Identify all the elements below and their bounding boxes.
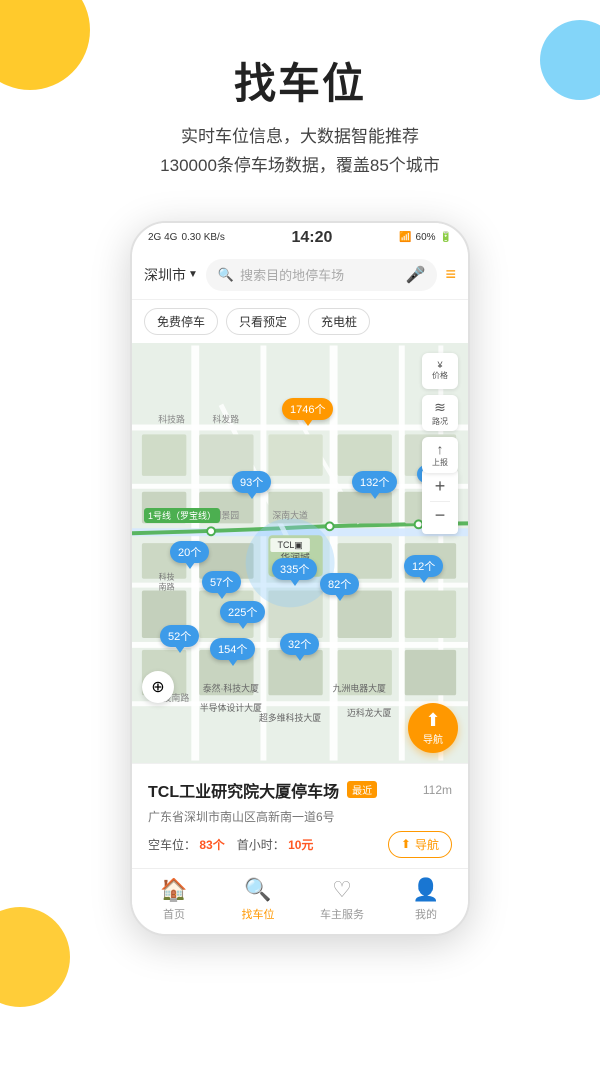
- svg-text:深南大道: 深南大道: [272, 509, 308, 520]
- nav-find-parking[interactable]: 🔍 找车位: [228, 877, 288, 922]
- price-stat: 首小时： 10元: [237, 836, 314, 853]
- search-placeholder: 搜索目的地停车场: [240, 265, 344, 284]
- nav-float-label: 导航: [423, 731, 443, 746]
- parking-card-header: TCL工业研究院大厦停车场 最近 112m: [148, 778, 452, 802]
- nav-float-icon: ⬆: [425, 710, 440, 731]
- home-icon: 🏠: [160, 877, 187, 903]
- subtitle: 实时车位信息，大数据智能推荐 130000条停车场数据，覆盖85个城市: [30, 123, 570, 181]
- battery-icon: 🔋: [440, 232, 452, 243]
- parking-name: TCL工业研究院大厦停车场: [148, 778, 339, 802]
- report-icon[interactable]: ↑ 上报: [422, 437, 458, 473]
- zoom-control: + −: [422, 469, 458, 534]
- svg-text:泰然·科技大厦: 泰然·科技大厦: [203, 682, 259, 693]
- svg-text:科发路: 科发路: [213, 413, 240, 424]
- nearest-badge: 最近: [347, 781, 377, 798]
- user-icon: 👤: [412, 877, 439, 903]
- map-pin-52[interactable]: 52个: [160, 625, 199, 647]
- nav-home-label: 首页: [163, 906, 185, 922]
- nav-btn-label: 导航: [415, 836, 439, 853]
- search-icon: 🔍: [218, 267, 234, 283]
- nav-float-button[interactable]: ⬆ 导航: [408, 703, 458, 753]
- nav-profile-label: 我的: [415, 906, 437, 922]
- map-area[interactable]: 华润城 TCL▣ 科技路 科发路 科技南路 深南大道 大冲新城花园 朗景园 科技…: [132, 343, 468, 763]
- mic-icon[interactable]: 🎤: [406, 265, 426, 285]
- city-selector[interactable]: 深圳市 ▼: [144, 265, 198, 285]
- nav-car-service[interactable]: ♡ 车主服务: [312, 877, 372, 922]
- search-bar: 深圳市 ▼ 🔍 搜索目的地停车场 🎤 ≡: [132, 251, 468, 300]
- status-right: 📶 60% 🔋: [399, 232, 452, 243]
- location-icon: ⊕: [151, 677, 164, 697]
- filter-bar: 免费停车 只看预定 充电桩: [132, 300, 468, 343]
- spaces-stat: 空车位： 83个: [148, 836, 225, 853]
- parking-info-row: 空车位： 83个 首小时： 10元 ⬆ 导航: [148, 831, 452, 858]
- map-pin-57[interactable]: 57个: [202, 571, 241, 593]
- svg-text:超多维科技大厦: 超多维科技大厦: [259, 712, 321, 723]
- status-bar: 2G 4G 0.30 KB/s 14:20 📶 60% 🔋: [132, 223, 468, 251]
- status-time: 14:20: [291, 229, 332, 247]
- subway-line-label: 1号线（罗宝线）: [144, 508, 220, 523]
- zoom-out-button[interactable]: −: [426, 502, 454, 530]
- map-pin-82[interactable]: 82个: [320, 573, 359, 595]
- map-pin-93[interactable]: 93个: [232, 471, 271, 493]
- filter-tag-reserve[interactable]: 只看预定: [226, 308, 300, 335]
- page-title: 找车位: [30, 50, 570, 111]
- svg-text:九洲电器大厦: 九洲电器大厦: [333, 682, 386, 693]
- map-pin-1746[interactable]: 1746个: [282, 398, 333, 420]
- map-pin-20[interactable]: 20个: [170, 541, 209, 563]
- svg-text:科技: 科技: [159, 571, 175, 581]
- filter-tag-charge[interactable]: 充电桩: [308, 308, 370, 335]
- distance-text: 112m: [423, 783, 452, 797]
- kb-text: 0.30 KB/s: [181, 232, 224, 243]
- signal-text: 2G 4G: [148, 232, 177, 243]
- battery-text: 60%: [416, 232, 436, 243]
- svg-text:科技路: 科技路: [158, 413, 185, 424]
- map-pin-132[interactable]: 132个: [352, 471, 397, 493]
- city-name: 深圳市: [144, 265, 186, 285]
- nav-home[interactable]: 🏠 首页: [144, 877, 204, 922]
- search-input-box[interactable]: 🔍 搜索目的地停车场 🎤: [206, 259, 438, 291]
- zoom-in-button[interactable]: +: [426, 473, 454, 501]
- location-button[interactable]: ⊕: [142, 671, 174, 703]
- map-pin-154[interactable]: 154个: [210, 638, 255, 660]
- nav-car-label: 车主服务: [320, 906, 364, 922]
- map-pin-225[interactable]: 225个: [220, 601, 265, 623]
- header-section: 找车位 实时车位信息，大数据智能推荐 130000条停车场数据，覆盖85个城市: [0, 0, 600, 201]
- parking-address: 广东省深圳市南山区高新南一道6号: [148, 808, 452, 825]
- nav-profile[interactable]: 👤 我的: [396, 877, 456, 922]
- traffic-icon[interactable]: ≋ 路况: [422, 395, 458, 431]
- menu-icon[interactable]: ≡: [445, 264, 456, 285]
- svg-text:迈科龙大厦: 迈科龙大厦: [347, 707, 391, 718]
- price-icon[interactable]: ¥ 价格: [422, 353, 458, 389]
- svg-text:TCL▣: TCL▣: [278, 540, 303, 550]
- chevron-down-icon: ▼: [188, 269, 198, 280]
- parking-card: TCL工业研究院大厦停车场 最近 112m 广东省深圳市南山区高新南一道6号 空…: [132, 763, 468, 868]
- parking-nav-button[interactable]: ⬆ 导航: [388, 831, 452, 858]
- parking-stats: 空车位： 83个 首小时： 10元: [148, 836, 313, 853]
- bottom-nav: 🏠 首页 🔍 找车位 ♡ 车主服务 👤 我的: [132, 868, 468, 934]
- nav-btn-icon: ⬆: [401, 837, 411, 851]
- map-pin-12[interactable]: 12个: [404, 555, 443, 577]
- svg-text:南路: 南路: [159, 581, 175, 591]
- side-icons: ¥ 价格 ≋ 路况 ↑ 上报: [422, 353, 458, 473]
- status-left: 2G 4G 0.30 KB/s: [148, 232, 225, 243]
- map-pin-335[interactable]: 335个: [272, 558, 317, 580]
- phone-container: 2G 4G 0.30 KB/s 14:20 📶 60% 🔋 深圳市 ▼ 🔍 搜索…: [0, 221, 600, 936]
- svg-text:半导体设计大厦: 半导体设计大厦: [200, 702, 262, 713]
- filter-tag-free[interactable]: 免费停车: [144, 308, 218, 335]
- nav-find-label: 找车位: [242, 906, 275, 922]
- search-icon: 🔍: [244, 877, 271, 903]
- wifi-icon: 📶: [399, 232, 411, 243]
- phone-mockup: 2G 4G 0.30 KB/s 14:20 📶 60% 🔋 深圳市 ▼ 🔍 搜索…: [130, 221, 470, 936]
- heart-icon: ♡: [332, 877, 352, 903]
- map-pin-32[interactable]: 32个: [280, 633, 319, 655]
